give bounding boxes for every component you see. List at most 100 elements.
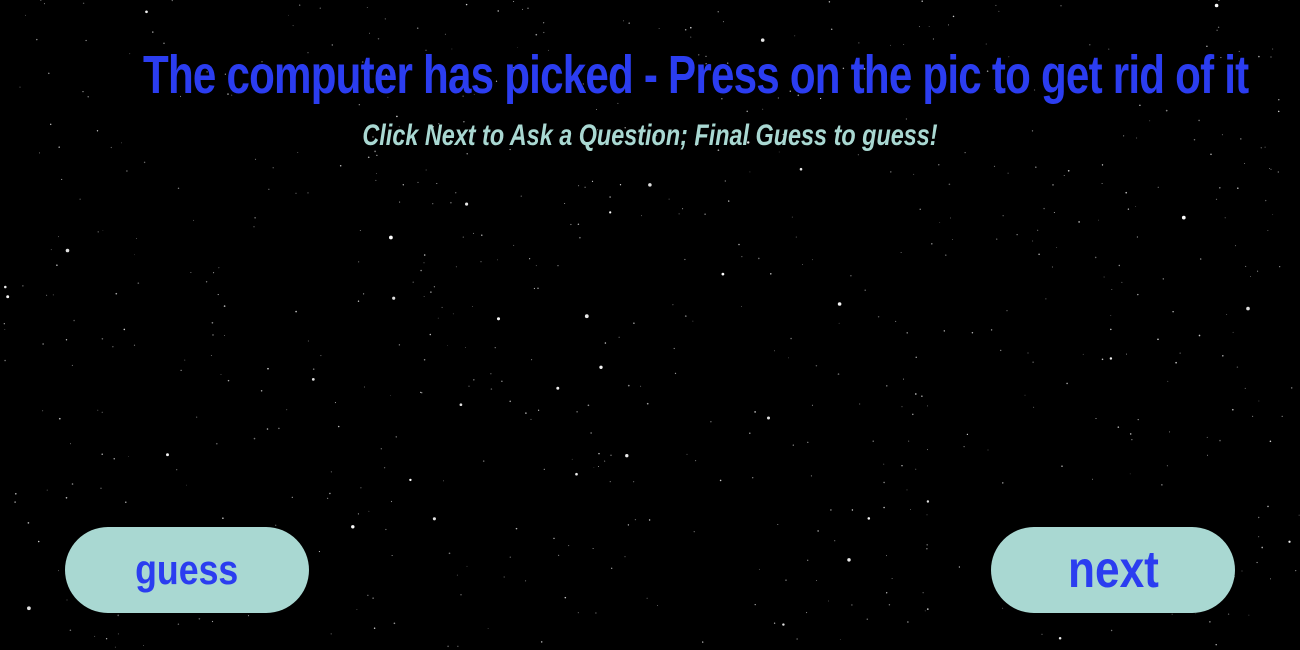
star	[430, 291, 432, 293]
star	[584, 314, 589, 319]
star	[598, 466, 599, 467]
star	[1279, 266, 1281, 268]
star	[1258, 400, 1260, 402]
star	[383, 467, 386, 469]
star	[578, 185, 580, 187]
star	[40, 0, 42, 1]
star	[963, 445, 965, 448]
star	[530, 418, 532, 420]
star	[421, 392, 423, 394]
star	[948, 24, 949, 26]
star	[278, 427, 280, 430]
star	[993, 165, 996, 168]
star	[1043, 207, 1045, 210]
star	[412, 281, 414, 283]
star	[740, 306, 742, 307]
star	[1216, 29, 1218, 32]
star	[211, 620, 214, 623]
star	[1035, 166, 1037, 168]
star	[883, 506, 885, 509]
star	[166, 453, 169, 457]
star	[1094, 256, 1097, 259]
star	[949, 217, 952, 219]
star	[912, 413, 914, 416]
star	[1226, 314, 1228, 315]
star	[684, 315, 687, 317]
star	[633, 322, 635, 325]
star	[623, 20, 624, 22]
star	[830, 509, 832, 511]
star	[1098, 219, 1099, 221]
page-title: The computer has picked - Press on the p…	[143, 45, 1249, 105]
star	[1270, 56, 1272, 58]
star	[96, 130, 99, 132]
star	[288, 14, 289, 16]
star	[1162, 278, 1164, 280]
star	[100, 487, 102, 490]
star	[71, 483, 74, 485]
star	[462, 236, 464, 238]
star	[1157, 338, 1159, 341]
star	[509, 400, 511, 403]
star	[577, 223, 580, 225]
star	[571, 458, 573, 460]
star	[291, 496, 293, 498]
star	[553, 537, 555, 540]
star	[37, 540, 40, 543]
star	[14, 492, 17, 495]
star	[918, 26, 920, 28]
star	[987, 449, 989, 451]
star	[746, 110, 748, 113]
star	[1024, 394, 1026, 396]
star	[205, 281, 208, 283]
star	[926, 543, 929, 546]
star	[1290, 387, 1293, 389]
star	[1165, 109, 1168, 112]
star	[117, 633, 119, 635]
star	[1267, 230, 1269, 231]
star	[1181, 215, 1186, 220]
star	[738, 243, 740, 246]
star	[537, 409, 540, 411]
star	[436, 182, 438, 185]
star	[311, 378, 315, 381]
star	[417, 181, 419, 183]
star	[115, 292, 118, 295]
star	[429, 333, 432, 336]
star	[791, 216, 793, 218]
star	[1095, 418, 1097, 419]
star	[46, 294, 48, 296]
star	[513, 0, 515, 3]
star	[50, 249, 52, 251]
star	[392, 296, 396, 300]
star	[409, 478, 412, 482]
star	[223, 305, 226, 307]
star	[432, 517, 436, 521]
star	[171, 0, 173, 2]
next-button[interactable]: next	[991, 527, 1235, 613]
star	[359, 229, 361, 231]
star	[416, 27, 419, 29]
next-button-label: next	[1067, 541, 1159, 599]
star	[1053, 211, 1055, 214]
star	[806, 612, 808, 614]
star	[389, 235, 393, 240]
star	[915, 356, 917, 358]
star	[535, 265, 537, 267]
star	[399, 201, 401, 203]
star	[70, 443, 71, 445]
star	[901, 465, 903, 467]
guess-button[interactable]: guess	[65, 527, 309, 613]
star	[357, 300, 360, 302]
star	[1110, 315, 1112, 316]
star	[125, 501, 127, 503]
star	[724, 180, 726, 182]
star	[66, 599, 68, 601]
star	[995, 4, 997, 7]
star	[133, 344, 136, 346]
star	[375, 179, 377, 181]
star	[634, 518, 637, 521]
star	[1219, 187, 1221, 189]
star	[97, 409, 99, 411]
star	[457, 645, 459, 647]
